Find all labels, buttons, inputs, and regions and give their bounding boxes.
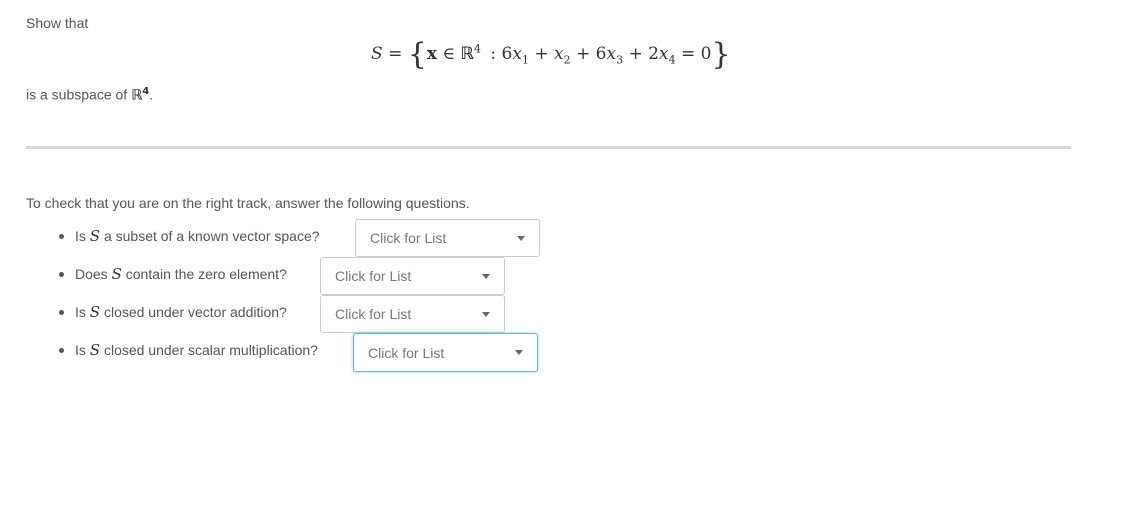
question-item-zero: Does S contain the zero element?: [59, 255, 287, 293]
equation-space: ℝ: [460, 44, 474, 64]
equation-open-brace: {: [407, 37, 427, 72]
question-label: Is S closed under vector addition?: [75, 303, 287, 321]
equation-op-3: +: [628, 44, 643, 64]
intro-space-symbol: ℝ: [131, 87, 143, 104]
set-symbol: S: [89, 341, 101, 359]
chevron-down-icon: [482, 274, 490, 279]
vector-addition-answer-dropdown[interactable]: Click for List: [320, 295, 505, 333]
chevron-down-icon: [482, 312, 490, 317]
zero-element-answer-dropdown[interactable]: Click for List: [320, 257, 505, 295]
question-item-scalar: Is S closed under scalar multiplication?: [59, 331, 318, 369]
intro-subspace-statement: is a subspace of ℝ4.: [26, 86, 153, 104]
equation-term-3: 6x3: [595, 44, 624, 67]
equation-equals: =: [388, 44, 403, 64]
bullet-icon: [59, 233, 64, 239]
equation-space-dim: 4: [473, 42, 481, 56]
dropdown-placeholder: Click for List: [335, 306, 412, 322]
equation-colon: :: [490, 44, 497, 64]
equation-term-2: x2: [554, 44, 571, 67]
subset-answer-dropdown[interactable]: Click for List: [355, 219, 540, 257]
question-item-addition: Is S closed under vector addition?: [59, 293, 287, 331]
set-symbol: S: [111, 265, 122, 283]
subspace-equation: S = {x ∈ ℝ4 : 6x1 + x2 + 6x3 + 2x4 = 0}: [371, 40, 731, 70]
intro-period: .: [149, 86, 154, 103]
equation-term-4: 2x4: [648, 44, 676, 67]
equation-lhs: S: [371, 44, 383, 64]
bullet-icon: [59, 271, 64, 277]
scalar-multiplication-answer-dropdown[interactable]: Click for List: [353, 333, 538, 372]
intro-subspace-prefix: is a subspace of: [26, 86, 132, 103]
equation-op-1: +: [534, 44, 549, 64]
chevron-down-icon: [515, 350, 523, 355]
equation-equals-2: =: [680, 44, 696, 64]
equation-in: ∈: [442, 44, 455, 64]
question-label: Is S closed under scalar multiplication?: [75, 341, 318, 359]
question-label: Does S contain the zero element?: [75, 265, 287, 283]
bullet-icon: [59, 347, 64, 353]
dropdown-placeholder: Click for List: [335, 268, 412, 284]
dropdown-placeholder: Click for List: [368, 344, 445, 361]
section-divider: [26, 146, 1071, 149]
equation-close-brace: }: [711, 37, 731, 72]
chevron-down-icon: [517, 236, 525, 241]
set-symbol: S: [89, 303, 101, 321]
question-item-subset: Is S a subset of a known vector space?: [59, 217, 320, 255]
bullet-icon: [59, 309, 64, 315]
instructions-text: To check that you are on the right track…: [26, 195, 470, 211]
intro-show-that: Show that: [26, 15, 89, 31]
set-symbol: S: [89, 227, 101, 245]
equation-op-2: +: [576, 44, 591, 64]
question-label: Is S a subset of a known vector space?: [75, 227, 320, 245]
equation-vector: x: [426, 44, 437, 64]
equation-rhs: 0: [700, 44, 712, 64]
dropdown-placeholder: Click for List: [370, 230, 447, 246]
equation-term-1: 6x1: [501, 44, 529, 67]
